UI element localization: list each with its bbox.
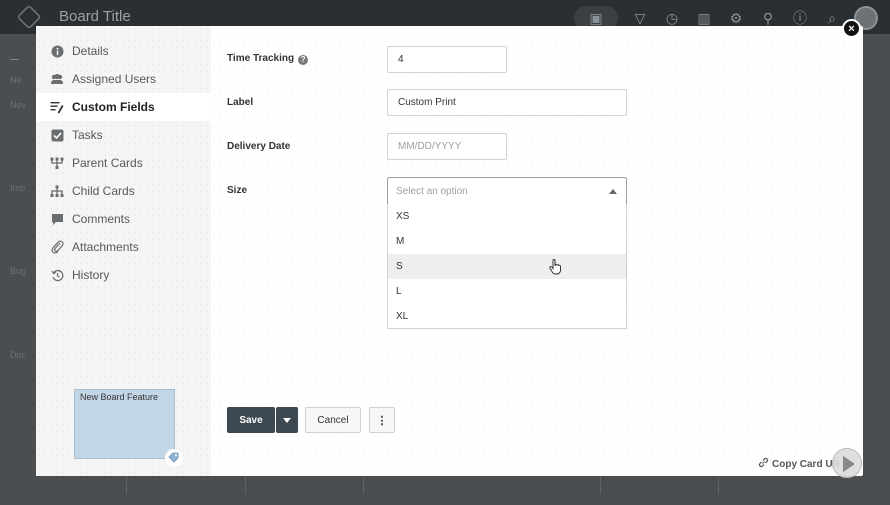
time-tracking-label: Time Tracking?: [227, 53, 309, 65]
hierarchy-icon: [50, 184, 64, 198]
delivery-date-label: Delivery Date: [227, 141, 291, 152]
checkbox-icon: [50, 128, 64, 142]
nav-item-label: Details: [72, 44, 109, 58]
nav-item-tasks[interactable]: Tasks: [36, 121, 211, 149]
board-column-divider: [363, 476, 364, 494]
card-modal: Details Assigned Users Custom Fields Tas…: [36, 26, 863, 476]
comment-icon: [50, 212, 64, 226]
size-select-placeholder: Select an option: [396, 185, 468, 197]
card-preview[interactable]: New Board Feature: [74, 389, 175, 459]
add-user-icon[interactable]: ⚲: [758, 8, 778, 28]
time-tracking-label-text: Time Tracking: [227, 53, 295, 64]
play-icon[interactable]: [832, 448, 862, 478]
nav-item-attachments[interactable]: Attachments: [36, 233, 211, 261]
nav-item-label: Attachments: [72, 240, 139, 254]
board-stub-lane: Ne: [10, 75, 22, 85]
size-option-m[interactable]: M: [388, 229, 626, 254]
search-icon[interactable]: ⌕: [822, 8, 842, 28]
tag-icon[interactable]: [164, 448, 184, 468]
time-tracking-value: 4: [398, 54, 404, 65]
nav-item-label: Parent Cards: [72, 156, 143, 170]
nav-item-parent-cards[interactable]: Parent Cards: [36, 149, 211, 177]
size-option-s[interactable]: S: [388, 254, 626, 279]
nav-item-label: Child Cards: [72, 184, 135, 198]
copy-card-url-link[interactable]: Copy Card UR: [758, 457, 840, 471]
board-stub-collapse[interactable]: —: [10, 54, 34, 64]
modal-nav: Details Assigned Users Custom Fields Tas…: [36, 37, 211, 289]
card-preview-title: New Board Feature: [80, 392, 159, 402]
edit-icon: [50, 100, 64, 114]
time-icon[interactable]: ◷: [662, 8, 682, 28]
nav-item-child-cards[interactable]: Child Cards: [36, 177, 211, 205]
info-icon: [50, 44, 64, 58]
size-option-l[interactable]: L: [388, 279, 626, 304]
size-select[interactable]: Select an option: [387, 177, 627, 205]
board-stub-lane: Imp: [10, 183, 26, 193]
board-column-divider: [718, 476, 719, 494]
more-options-button[interactable]: ⋮: [369, 407, 395, 433]
nav-item-label: Custom Fields: [72, 100, 155, 114]
chart-icon[interactable]: ▥: [694, 8, 714, 28]
board-column-divider: [600, 476, 601, 494]
size-label: Size: [227, 185, 248, 196]
size-dropdown: XS M S L XL: [387, 204, 627, 329]
nav-item-label: Assigned Users: [72, 72, 157, 86]
nav-item-history[interactable]: History: [36, 261, 211, 289]
parent-cards-icon: [50, 156, 64, 170]
board-stub-lane: Bug: [10, 266, 27, 276]
cancel-button[interactable]: Cancel: [305, 407, 361, 433]
users-icon: [50, 72, 64, 86]
hand-cursor-icon: [549, 259, 563, 275]
info-icon[interactable]: ⓘ: [790, 8, 810, 28]
gear-icon[interactable]: ⚙: [726, 8, 746, 28]
label-value: Custom Print: [398, 97, 456, 108]
link-icon: [758, 457, 769, 471]
caret-up-icon: [609, 189, 617, 194]
size-option-xs[interactable]: XS: [388, 204, 626, 229]
board-title: Board Title: [59, 8, 131, 25]
filter-icon[interactable]: ▽: [630, 8, 650, 28]
nav-item-label: Comments: [72, 212, 131, 226]
paperclip-icon: [50, 240, 64, 254]
delivery-date-placeholder: MM/DD/YYYY: [398, 141, 462, 152]
help-icon[interactable]: ?: [298, 55, 309, 65]
history-icon: [50, 268, 64, 282]
nav-item-assigned-users[interactable]: Assigned Users: [36, 65, 211, 93]
nav-item-details[interactable]: Details: [36, 37, 211, 65]
close-button[interactable]: ×: [842, 19, 861, 38]
label-field-label: Label: [227, 97, 254, 108]
nav-item-label: Tasks: [72, 128, 103, 142]
nav-item-label: History: [72, 268, 110, 282]
save-options-button[interactable]: [276, 407, 298, 433]
time-tracking-input[interactable]: 4: [387, 46, 507, 73]
board-stub-lane: Nev: [10, 100, 27, 110]
size-option-xl[interactable]: XL: [388, 304, 626, 329]
label-input[interactable]: Custom Print: [387, 89, 627, 116]
board-column-divider: [245, 476, 246, 494]
copy-card-url-label: Copy Card UR: [772, 458, 840, 470]
custom-fields-panel: Time Tracking? 4 Label Custom Print Deli…: [211, 26, 863, 476]
save-button[interactable]: Save: [227, 407, 275, 433]
board-stub-lane: Doc: [10, 350, 27, 360]
board-column-divider: [126, 476, 127, 494]
nav-item-comments[interactable]: Comments: [36, 205, 211, 233]
nav-item-custom-fields[interactable]: Custom Fields: [36, 93, 211, 121]
modal-sidebar: Details Assigned Users Custom Fields Tas…: [36, 26, 211, 476]
delivery-date-input[interactable]: MM/DD/YYYY: [387, 133, 507, 160]
